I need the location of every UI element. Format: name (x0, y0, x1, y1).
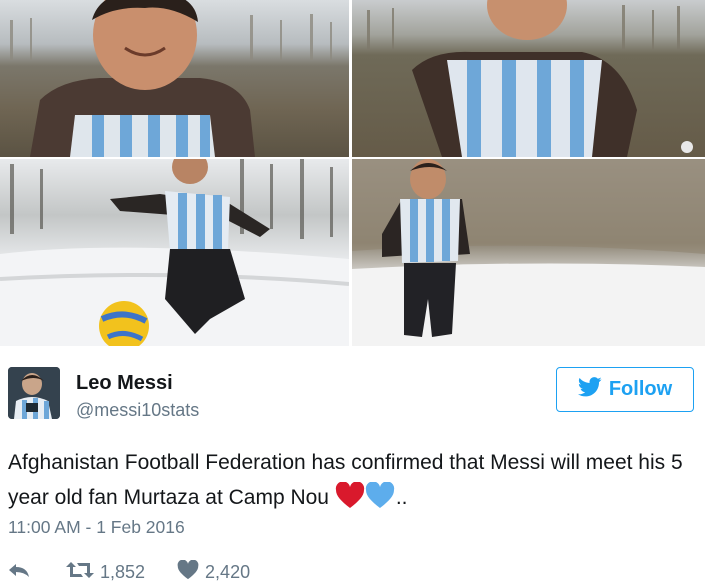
media-grid (0, 0, 705, 346)
reply-button[interactable] (8, 562, 30, 582)
photo-2[interactable] (352, 0, 705, 157)
retweet-count: 1,852 (100, 561, 146, 582)
photo-4[interactable] (352, 159, 705, 346)
author-name[interactable]: Leo Messi (76, 372, 173, 395)
heart-icon (177, 559, 199, 582)
reply-icon (8, 562, 30, 582)
red-heart-icon (335, 481, 365, 520)
author-handle[interactable]: @messi10stats (76, 400, 199, 421)
retweet-button[interactable]: 1,852 (66, 561, 145, 582)
tweet-actions: 1,852 2,420 (8, 559, 251, 582)
follow-label: Follow (608, 378, 673, 400)
like-count: 2,420 (205, 561, 251, 582)
twitter-bird-icon (577, 377, 602, 402)
photo-1[interactable] (0, 0, 349, 157)
like-button[interactable]: 2,420 (177, 559, 251, 582)
avatar[interactable] (8, 367, 60, 419)
retweet-icon (66, 561, 94, 582)
photo-3[interactable] (0, 159, 349, 346)
blue-heart-icon (365, 481, 395, 520)
follow-button[interactable]: Follow (556, 367, 694, 412)
tweet-ellipsis: .. (395, 486, 408, 509)
tweet-text: Afghanistan Football Federation has conf… (8, 445, 698, 520)
timestamp[interactable]: 11:00 AM - 1 Feb 2016 (8, 517, 185, 538)
